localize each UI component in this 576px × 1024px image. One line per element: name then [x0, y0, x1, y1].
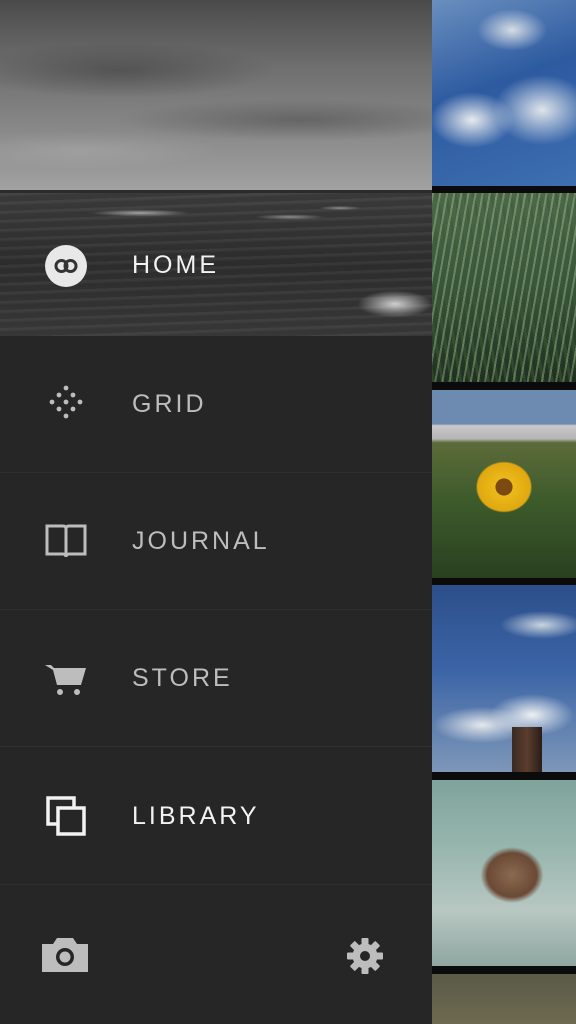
menu-item-journal[interactable]: JOURNAL — [0, 473, 432, 610]
navigation-drawer: HOME GRID JOURNAL STORE LIBRARY — [0, 0, 432, 1024]
gear-icon[interactable] — [346, 937, 384, 975]
photo-thumbnail[interactable] — [432, 780, 576, 966]
photo-thumbnail[interactable] — [432, 585, 576, 772]
photo-thumbnail[interactable] — [432, 0, 576, 186]
menu-label-grid: GRID — [132, 389, 207, 418]
menu-label-library: LIBRARY — [132, 801, 260, 830]
camera-icon[interactable] — [40, 936, 90, 974]
menu-label-store: STORE — [132, 663, 233, 692]
menu-item-grid[interactable]: GRID — [0, 336, 432, 473]
menu-item-library[interactable]: LIBRARY — [0, 748, 432, 885]
menu-item-store[interactable]: STORE — [0, 610, 432, 747]
menu-label-home: HOME — [132, 251, 219, 279]
menu-item-home[interactable]: HOME — [0, 197, 432, 334]
book-icon — [44, 519, 88, 563]
photo-thumbnail[interactable] — [432, 390, 576, 578]
vsco-logo-icon — [44, 244, 88, 288]
drawer-bottom-bar — [0, 886, 432, 1024]
photo-thumbnail[interactable] — [432, 193, 576, 382]
photo-tower-detail — [512, 727, 542, 772]
menu-label-journal: JOURNAL — [132, 526, 270, 555]
photo-thumbnail[interactable] — [432, 974, 576, 1024]
app-screen: HOME GRID JOURNAL STORE LIBRARY — [0, 0, 576, 1024]
stacked-squares-icon — [44, 794, 88, 838]
cart-icon — [44, 656, 88, 700]
hero-sky — [0, 0, 432, 192]
grid-dots-icon — [44, 382, 88, 426]
photo-strip — [432, 0, 576, 1024]
